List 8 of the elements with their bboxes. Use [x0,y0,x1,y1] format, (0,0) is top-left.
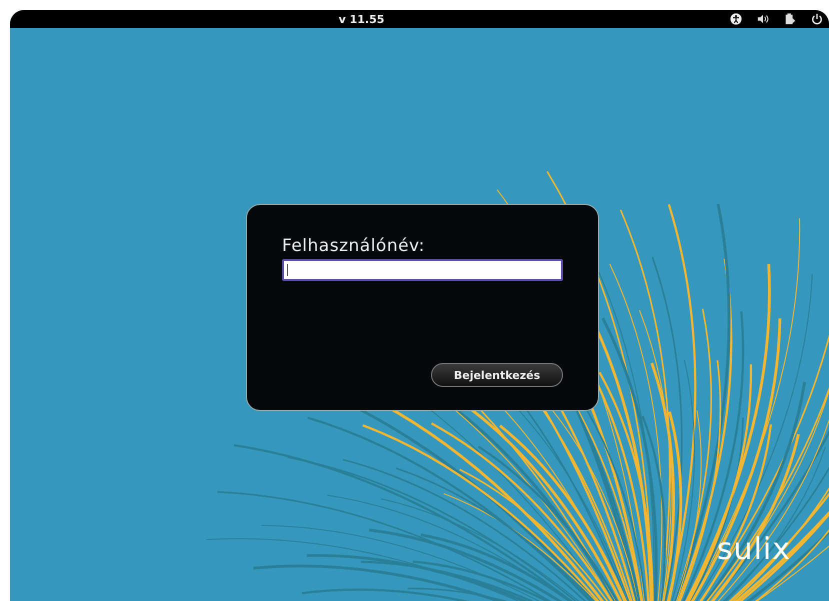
login-button[interactable]: Bejelentkezés [431,363,563,387]
username-label: Felhasználónév: [282,236,426,256]
battery-icon[interactable] [784,13,796,25]
username-field[interactable] [282,259,563,281]
accessibility-icon[interactable] [730,13,742,25]
version-label: v 11.55 [338,12,384,26]
volume-icon[interactable] [757,13,770,25]
power-icon[interactable] [811,13,824,25]
